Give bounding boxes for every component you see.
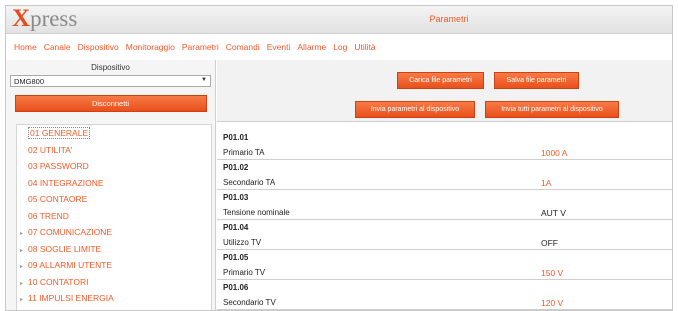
menu-item-canale[interactable]: Canale: [44, 42, 71, 52]
parameter-value[interactable]: OFF: [541, 238, 558, 248]
parameter-group-tree: 01 GENERALE 02 UTILITA' 03 PASSWORD 04 INTE…: [16, 124, 212, 311]
title-bar: Xpress Parametri: [6, 6, 672, 34]
expand-arrow-icon[interactable]: ▸: [20, 292, 28, 308]
tree-item[interactable]: ▸ 08 SOGLIE LIMITE: [17, 241, 211, 258]
tree-item[interactable]: ▸ 09 ALLARMI UTENTE: [17, 257, 211, 274]
device-select[interactable]: DMG800 ▼: [10, 75, 211, 87]
load-file-button[interactable]: Carica file parametri: [397, 72, 484, 89]
tree-item-label: 01 GENERALE: [28, 127, 91, 139]
menu-item-parametri[interactable]: Parametri: [182, 42, 219, 52]
tree-item-label: 07 COMUNICAZIONE: [28, 227, 113, 237]
menu-item-log[interactable]: Log: [333, 42, 347, 52]
parameter-name: Secondario TA: [223, 178, 276, 187]
device-label: Dispositivo: [91, 63, 130, 72]
expand-arrow-icon[interactable]: ▸: [20, 259, 28, 275]
device-panel: Dispositivo DMG800 ▼ Disconnetti 01 GENE…: [6, 60, 216, 311]
parameter-row: P01.06 Secondario TV 120 V: [217, 280, 672, 310]
menu-item-utilit-[interactable]: Utilità: [354, 42, 375, 52]
tree-item[interactable]: ▸ 11 IMPULSI ENERGIA: [17, 290, 211, 307]
parameters-panel: Carica file parametri Salva file paramet…: [217, 60, 672, 310]
tree-item[interactable]: ▸ 07 COMUNICAZIONE: [17, 224, 211, 241]
menu-item-eventi[interactable]: Eventi: [267, 42, 291, 52]
tree-item[interactable]: ▸ 10 CONTATORI: [17, 274, 211, 291]
menu-item-home[interactable]: Home: [14, 42, 37, 52]
expand-arrow-icon[interactable]: ▸: [20, 226, 28, 242]
dropdown-arrow-icon: ▼: [201, 77, 207, 83]
menu-item-monitoraggio[interactable]: Monitoraggio: [126, 42, 175, 52]
parameter-name: Utilizzo TV: [223, 238, 262, 247]
parameter-name: Secondario TV: [223, 298, 276, 307]
device-select-value: DMG800: [14, 77, 45, 86]
menu-item-dispositivo[interactable]: Dispositivo: [78, 42, 119, 52]
parameter-code: P01.06: [223, 283, 249, 292]
menu-item-allarme[interactable]: Allarme: [297, 42, 326, 52]
parameter-value[interactable]: 120 V: [541, 298, 563, 308]
page-title: Parametri: [429, 14, 469, 24]
parameter-code: P01.02: [223, 163, 249, 172]
parameter-value[interactable]: AUT V: [541, 208, 566, 218]
parameter-name: Tensione nominale: [223, 208, 290, 217]
tree-item-label: 10 CONTATORI: [28, 276, 89, 287]
parameter-name: Primario TV: [223, 268, 266, 277]
tree-item[interactable]: 03 PASSWORD: [17, 158, 211, 175]
tree-item[interactable]: ▸12 LOGICA BOOLEANA: [17, 307, 211, 311]
tree-item-label: 05 CONTAORE: [28, 194, 88, 204]
parameter-value[interactable]: 150 V: [541, 268, 563, 278]
parameter-row: P01.02 Secondario TA 1A: [217, 160, 672, 190]
tree-item[interactable]: 02 UTILITA': [17, 142, 211, 159]
send-params-button[interactable]: Invia parametri al dispositivo: [355, 101, 475, 118]
tree-item[interactable]: 06 TREND: [17, 208, 211, 225]
tree-item-label: 04 INTEGRAZIONE: [28, 177, 104, 188]
parameter-row: P01.04 Utilizzo TV OFF: [217, 220, 672, 250]
parameter-value[interactable]: 1000 A: [541, 148, 567, 158]
parameter-list: P01.01 Primario TA 1000 A P01.02 Secondario …: [217, 130, 672, 310]
parameter-code: P01.03: [223, 193, 249, 202]
tree-item-label: 03 PASSWORD: [28, 161, 89, 171]
parameter-code: P01.01: [223, 133, 249, 142]
parameter-actions: Carica file parametri Salva file paramet…: [217, 60, 672, 122]
parameter-code: P01.04: [223, 223, 249, 232]
tree-item-label: 11 IMPULSI ENERGIA: [28, 293, 114, 303]
tree-item-label: 09 ALLARMI UTENTE: [28, 260, 113, 270]
parameter-row: P01.01 Primario TA 1000 A: [217, 130, 672, 160]
tree-item-label: 08 SOGLIE LIMITE: [28, 243, 102, 254]
main-menu: Home Canale Dispositivo Monitoraggio Paramet…: [6, 36, 672, 58]
tree-item[interactable]: 04 INTEGRAZIONE: [17, 175, 211, 192]
menu-item-comandi[interactable]: Comandi: [226, 42, 260, 52]
tree-item[interactable]: 01 GENERALE: [17, 125, 211, 142]
send-all-params-button[interactable]: Invia tutti parametri al dispositivo: [485, 101, 619, 118]
parameter-value[interactable]: 1A: [541, 178, 551, 188]
save-file-button[interactable]: Salva file parametri: [494, 72, 579, 89]
parameter-name: Primario TA: [223, 148, 265, 157]
disconnect-button[interactable]: Disconnetti: [14, 95, 207, 112]
tree-item-label: 06 TREND: [28, 210, 69, 221]
tree-item[interactable]: 05 CONTAORE: [17, 191, 211, 208]
parameter-row: P01.03 Tensione nominale AUT V: [217, 190, 672, 220]
app-window: Xpress Parametri Home Canale Dispositivo Mo…: [5, 5, 673, 311]
parameter-code: P01.05: [223, 253, 249, 262]
tree-item-label: 02 UTILITA': [28, 144, 73, 155]
parameter-row: P01.05 Primario TV 150 V: [217, 250, 672, 280]
